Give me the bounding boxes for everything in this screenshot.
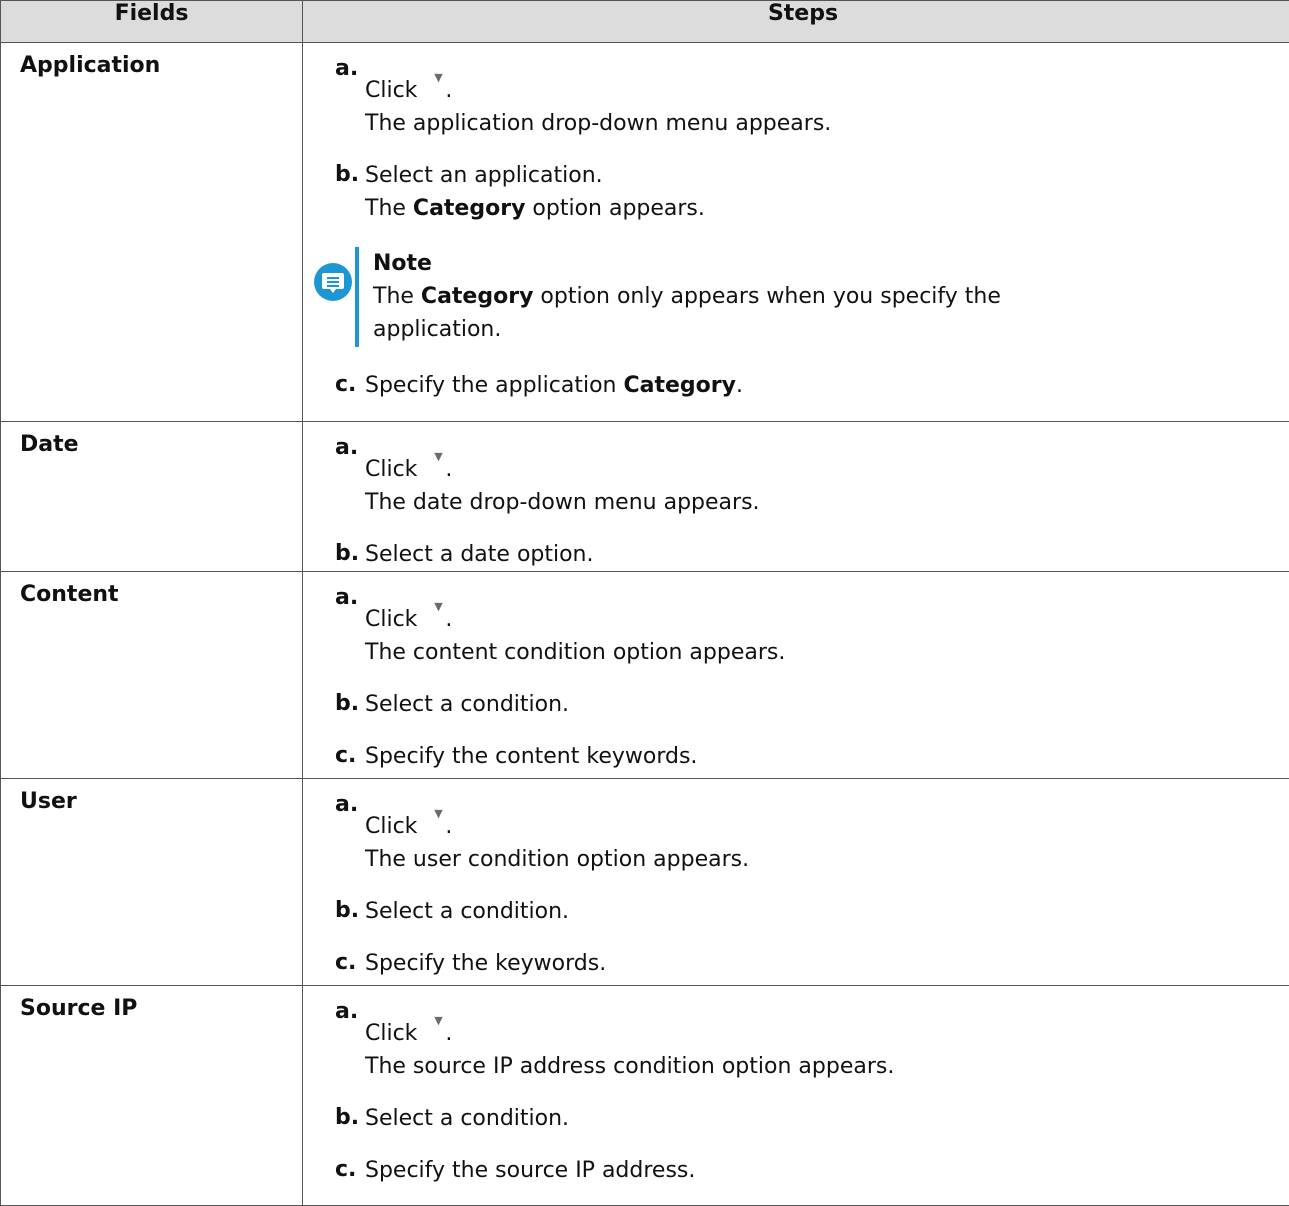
note-text: The Category option only appears when yo… [373, 280, 1001, 313]
step-letter: b. [335, 537, 359, 570]
step-text: Specify the application Category. [365, 369, 1289, 402]
step-c: c. Specify the application Category. [335, 369, 1289, 402]
step-letter: a. [335, 431, 358, 464]
step-text: . [445, 457, 452, 482]
step-letter: a. [335, 995, 358, 1028]
step-text: . [445, 814, 452, 839]
table-row: User a. Click ▼. The user condition optio… [1, 779, 1289, 986]
step-b: b. Select a condition. [335, 895, 1289, 928]
step-result: The Category option appears. [365, 192, 1289, 225]
step-letter: b. [335, 1101, 359, 1134]
header-fields: Fields [1, 1, 303, 43]
step-b: b. Select an application. The Category o… [335, 159, 1289, 225]
steps-cell: a. Click ▼. The source IP address conditi… [303, 986, 1289, 1206]
step-letter: a. [335, 581, 358, 614]
step-text: Specify the keywords. [365, 947, 1289, 980]
step-b: b. Select a date option. [335, 538, 1289, 571]
table-row: Content a. Click ▼. The content condition… [1, 572, 1289, 779]
field-name: Application [1, 43, 303, 422]
step-text: Select a condition. [365, 895, 1289, 928]
step-text: Click [365, 457, 417, 482]
step-letter: c. [335, 946, 356, 979]
step-text: . [445, 78, 452, 103]
table-row: Source IP a. Click ▼. The source IP addre… [1, 986, 1289, 1206]
step-letter: b. [335, 687, 359, 720]
step-a: a. Click ▼. The date drop-down menu appea… [335, 432, 1289, 519]
field-name: Source IP [1, 986, 303, 1206]
steps-cell: a. Click ▼. The content condition option … [303, 572, 1289, 779]
field-name: Date [1, 422, 303, 572]
step-letter: c. [335, 368, 356, 401]
step-text: Click [365, 1021, 417, 1046]
note-title: Note [373, 247, 1001, 280]
caret-down-icon: ▼ [433, 590, 443, 623]
step-result: The date drop-down menu appears. [365, 486, 1289, 519]
fields-steps-table: Fields Steps Application a. Click ▼. The … [0, 0, 1289, 1206]
step-a: a. Click ▼. The user condition option app… [335, 789, 1289, 876]
step-b: b. Select a condition. [335, 688, 1289, 721]
step-text: Select an application. [365, 159, 1289, 192]
steps-cell: a. Click ▼. The date drop-down menu appea… [303, 422, 1289, 572]
step-letter: a. [335, 788, 358, 821]
field-name: Content [1, 572, 303, 779]
step-text: Specify the content keywords. [365, 740, 1289, 773]
step-text: Select a condition. [365, 688, 1289, 721]
step-a: a. Click ▼. The source IP address conditi… [335, 996, 1289, 1083]
step-text: Specify the source IP address. [365, 1154, 1289, 1187]
caret-down-icon: ▼ [433, 1004, 443, 1037]
step-text: . [445, 1021, 452, 1046]
step-a: a. Click ▼. The application drop-down men… [335, 53, 1289, 140]
note-body: Note The Category option only appears wh… [373, 247, 1001, 346]
step-letter: b. [335, 158, 359, 191]
step-c: c. Specify the source IP address. [335, 1154, 1289, 1187]
step-text: Click [365, 607, 417, 632]
table-row: Date a. Click ▼. The date drop-down menu … [1, 422, 1289, 572]
steps-cell: a. Click ▼. The user condition option app… [303, 779, 1289, 986]
step-letter: b. [335, 894, 359, 927]
table-header-row: Fields Steps [1, 1, 1289, 43]
field-name: User [1, 779, 303, 986]
step-text: Click [365, 78, 417, 103]
steps-cell: a. Click ▼. The application drop-down men… [303, 43, 1289, 422]
step-letter: c. [335, 739, 356, 772]
step-text: Click [365, 814, 417, 839]
step-a: a. Click ▼. The content condition option … [335, 582, 1289, 669]
header-steps: Steps [303, 1, 1289, 43]
step-text: . [445, 607, 452, 632]
note-speech-bubble-icon [314, 263, 352, 301]
note-text: application. [373, 313, 1001, 346]
step-text: Select a condition. [365, 1102, 1289, 1135]
step-b: b. Select a condition. [335, 1102, 1289, 1135]
step-result: The user condition option appears. [365, 843, 1289, 876]
step-c: c. Specify the content keywords. [335, 740, 1289, 773]
caret-down-icon: ▼ [433, 440, 443, 473]
caret-down-icon: ▼ [433, 61, 443, 94]
step-result: The content condition option appears. [365, 636, 1289, 669]
step-letter: a. [335, 52, 358, 85]
step-result: The application drop-down menu appears. [365, 107, 1289, 140]
note-accent-bar [355, 247, 359, 347]
step-result: The source IP address condition option a… [365, 1050, 1289, 1083]
note-callout: Note The Category option only appears wh… [335, 247, 1289, 347]
table-row: Application a. Click ▼. The application d… [1, 43, 1289, 422]
step-text: Select a date option. [365, 538, 1289, 571]
step-c: c. Specify the keywords. [335, 947, 1289, 980]
step-letter: c. [335, 1153, 356, 1186]
caret-down-icon: ▼ [433, 797, 443, 830]
